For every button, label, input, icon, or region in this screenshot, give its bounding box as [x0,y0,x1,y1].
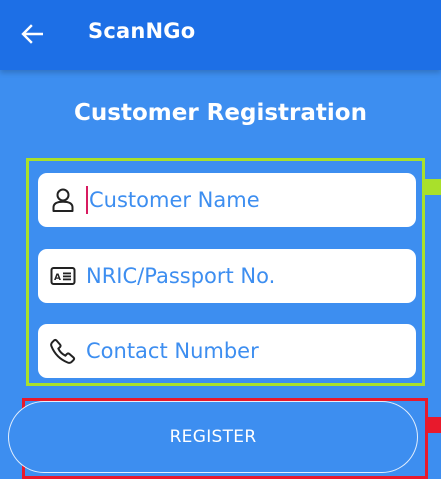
back-button[interactable] [14,16,50,52]
customer-name-placeholder: Customer Name [89,188,260,212]
nric-passport-field[interactable]: A NRIC/Passport No. [38,249,416,303]
page-title: Customer Registration [74,100,367,126]
arrow-left-icon [21,24,43,44]
svg-text:A: A [54,273,61,283]
fields-highlight-marker [425,179,441,195]
contact-number-field[interactable]: Contact Number [38,324,416,378]
nric-passport-placeholder: NRIC/Passport No. [86,264,276,288]
customer-name-field[interactable]: Customer Name [38,173,416,227]
app-bar: ScanNGo [0,0,441,70]
person-icon [50,187,76,213]
app-title: ScanNGo [88,19,196,43]
register-button[interactable]: REGISTER [8,401,418,473]
id-card-icon: A [50,263,76,289]
phone-icon [50,338,76,364]
contact-number-placeholder: Contact Number [86,339,259,363]
button-highlight-marker [428,417,441,433]
text-cursor [86,186,88,214]
